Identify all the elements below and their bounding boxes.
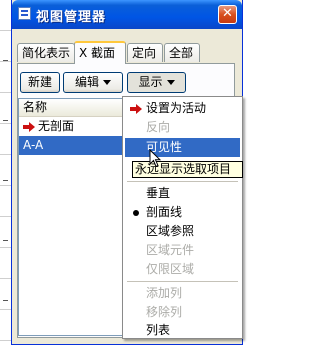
chevron-down-icon [166,80,175,85]
tab-label: 简化表示 [22,46,71,60]
menu-separator [127,181,238,182]
ruler-tick [3,60,8,61]
list-item-label: 无剖面 [38,119,75,133]
menu-item-label: 移除列 [146,305,183,319]
menu-item-set-active[interactable]: 设置为活动 [125,99,240,118]
tab-label: X 截面 [79,46,116,60]
tab-orientation[interactable]: 定向 [127,43,163,62]
menu-item-zone-component[interactable]: 区域元件 [125,241,240,260]
menu-item-visibility[interactable]: 可见性 [125,138,240,157]
ruler-tick [3,120,8,121]
menu-item-hatching[interactable]: 剖面线 [125,203,240,222]
menu-item-zone-only[interactable]: 仅限区域 [125,260,240,279]
menu-item-label: 设置为活动 [146,101,207,115]
check-bullet-icon [133,209,139,216]
tab-all[interactable]: 全部 [164,43,200,62]
tab-x-section[interactable]: X 截面 [74,41,126,64]
menu-item-label: 列表 [146,323,171,337]
display-button[interactable]: 显示 [127,72,186,93]
menu-item-zone-reference[interactable]: 区域参照 [125,222,240,241]
title-bar[interactable]: 视图管理器 ✕ [12,0,242,29]
list-item[interactable]: 无剖面 [19,117,127,136]
close-button[interactable]: ✕ [218,5,237,24]
edit-button[interactable]: 编辑 [63,72,123,93]
ruler-tick [3,300,8,301]
menu-item-list[interactable]: 列表 [125,321,240,340]
background-bottom-area [0,345,243,357]
menu-separator [127,281,238,282]
window-title: 视图管理器 [36,10,107,25]
menu-item-label: 剖面线 [146,205,183,219]
display-button-label: 显示 [138,75,163,89]
menu-item-label: 添加列 [146,286,183,300]
menu-item-add-column[interactable]: 添加列 [125,284,240,303]
column-name-label: 名称 [23,100,48,114]
menu-item-normal[interactable]: 垂直 [125,184,240,203]
menu-item-label: 区域参照 [146,224,195,238]
menu-item-label: 仅限区域 [146,262,195,276]
new-button-label: 新建 [27,75,52,89]
ruler-tick [3,180,8,181]
menu-item-remove-column[interactable]: 移除列 [125,303,240,322]
menu-item-label: 反向 [146,120,171,134]
section-list: 名称 无剖面 A-A [18,98,128,336]
list-item-label: A-A [23,138,44,152]
menu-item-label: 垂直 [146,186,171,200]
list-column-header[interactable]: 名称 [19,99,127,117]
tab-label: 定向 [132,46,157,60]
ruler-tick [3,240,8,241]
red-arrow-icon [129,103,143,114]
edit-button-label: 编辑 [74,75,99,89]
display-context-menu: 设置为活动 反向 可见性 垂直 剖面线 区域参照 区域元件 仅限区域 添加列 移… [122,96,243,339]
menu-item-label: 区域元件 [146,243,195,257]
new-button[interactable]: 新建 [20,72,60,93]
close-icon: ✕ [222,6,233,21]
red-arrow-icon [23,121,36,132]
window-app-icon [18,7,31,20]
mouse-cursor-icon [149,149,161,168]
list-item[interactable]: A-A [19,136,127,155]
menu-item-flip[interactable]: 反向 [125,118,240,137]
chevron-down-icon [103,80,111,85]
tab-simplified-rep[interactable]: 简化表示 [17,43,75,62]
tab-label: 全部 [169,46,194,60]
